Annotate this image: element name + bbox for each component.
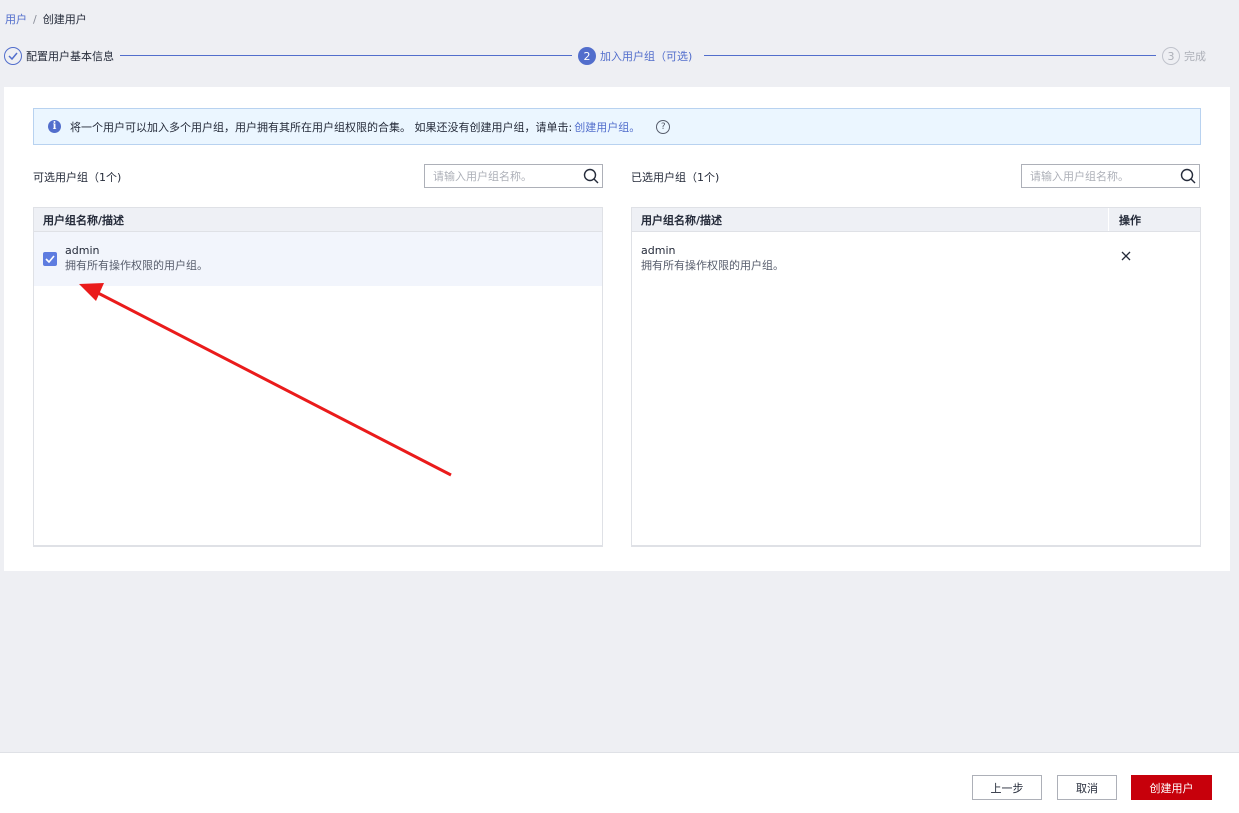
breadcrumb-users-link[interactable]: 用户 [5,13,27,26]
step-add-group: 2 加入用户组（可选) [578,46,692,66]
wizard-steps: 配置用户基本信息 2 加入用户组（可选) 3 完成 [4,46,1214,66]
info-text: 将一个用户可以加入多个用户组，用户拥有其所在用户组权限的合集。 如果还没有创建用… [70,120,573,134]
table-row: admin 拥有所有操作权限的用户组。 [632,232,1200,286]
footer-bar: 上一步 取消 创建用户 [0,752,1239,813]
close-icon [1121,251,1131,261]
remove-group-button[interactable] [1108,244,1200,262]
group-description: 拥有所有操作权限的用户组。 [65,259,208,272]
search-icon[interactable] [1177,165,1199,187]
column-header-operation: 操作 [1108,208,1200,231]
step-connector [120,55,572,56]
group-name: admin [641,244,676,257]
step-connector [704,55,1156,56]
step-finish: 3 完成 [1162,46,1206,66]
table-row[interactable]: admin 拥有所有操作权限的用户组。 [34,232,602,286]
selected-groups-title: 已选用户组（1个) [631,171,720,184]
create-user-button[interactable]: 创建用户 [1131,775,1212,800]
group-selection-card: i 将一个用户可以加入多个用户组，用户拥有其所在用户组权限的合集。 如果还没有创… [4,87,1230,571]
table-header: 用户组名称/描述 [34,208,602,232]
breadcrumb: 用户 / 创建用户 [5,11,87,27]
available-search-input[interactable] [425,165,580,187]
step-basic-info: 配置用户基本信息 [4,46,114,66]
search-icon[interactable] [580,165,602,187]
breadcrumb-current: 创建用户 [42,13,87,26]
row-checkbox[interactable] [43,252,57,266]
group-description: 拥有所有操作权限的用户组。 [641,259,784,272]
selected-search-input[interactable] [1022,165,1177,187]
available-groups-title: 可选用户组（1个) [33,171,122,184]
step-label: 配置用户基本信息 [26,50,114,63]
step-number: 2 [578,47,596,65]
step-label: 加入用户组（可选) [600,50,693,63]
selected-search [1021,164,1200,188]
available-groups-table: 用户组名称/描述 admin 拥有所有操作权限的用户组。 [33,207,603,547]
cancel-button[interactable]: 取消 [1057,775,1117,800]
group-name: admin [65,244,100,257]
previous-step-button[interactable]: 上一步 [972,775,1042,800]
column-header-name: 用户组名称/描述 [641,213,723,227]
info-icon: i [48,120,61,133]
selected-groups-table: 用户组名称/描述 操作 admin 拥有所有操作权限的用户组。 [631,207,1201,547]
create-group-link[interactable]: 创建用户组。 [574,119,640,135]
help-icon[interactable]: ? [656,119,671,134]
available-search [424,164,603,188]
check-icon [4,47,22,65]
column-header-name: 用户组名称/描述 [43,213,125,227]
table-header: 用户组名称/描述 操作 [632,208,1200,232]
breadcrumb-separator: / [33,13,37,26]
info-banner: i 将一个用户可以加入多个用户组，用户拥有其所在用户组权限的合集。 如果还没有创… [33,108,1201,145]
step-number: 3 [1162,47,1180,65]
step-label: 完成 [1184,50,1206,63]
